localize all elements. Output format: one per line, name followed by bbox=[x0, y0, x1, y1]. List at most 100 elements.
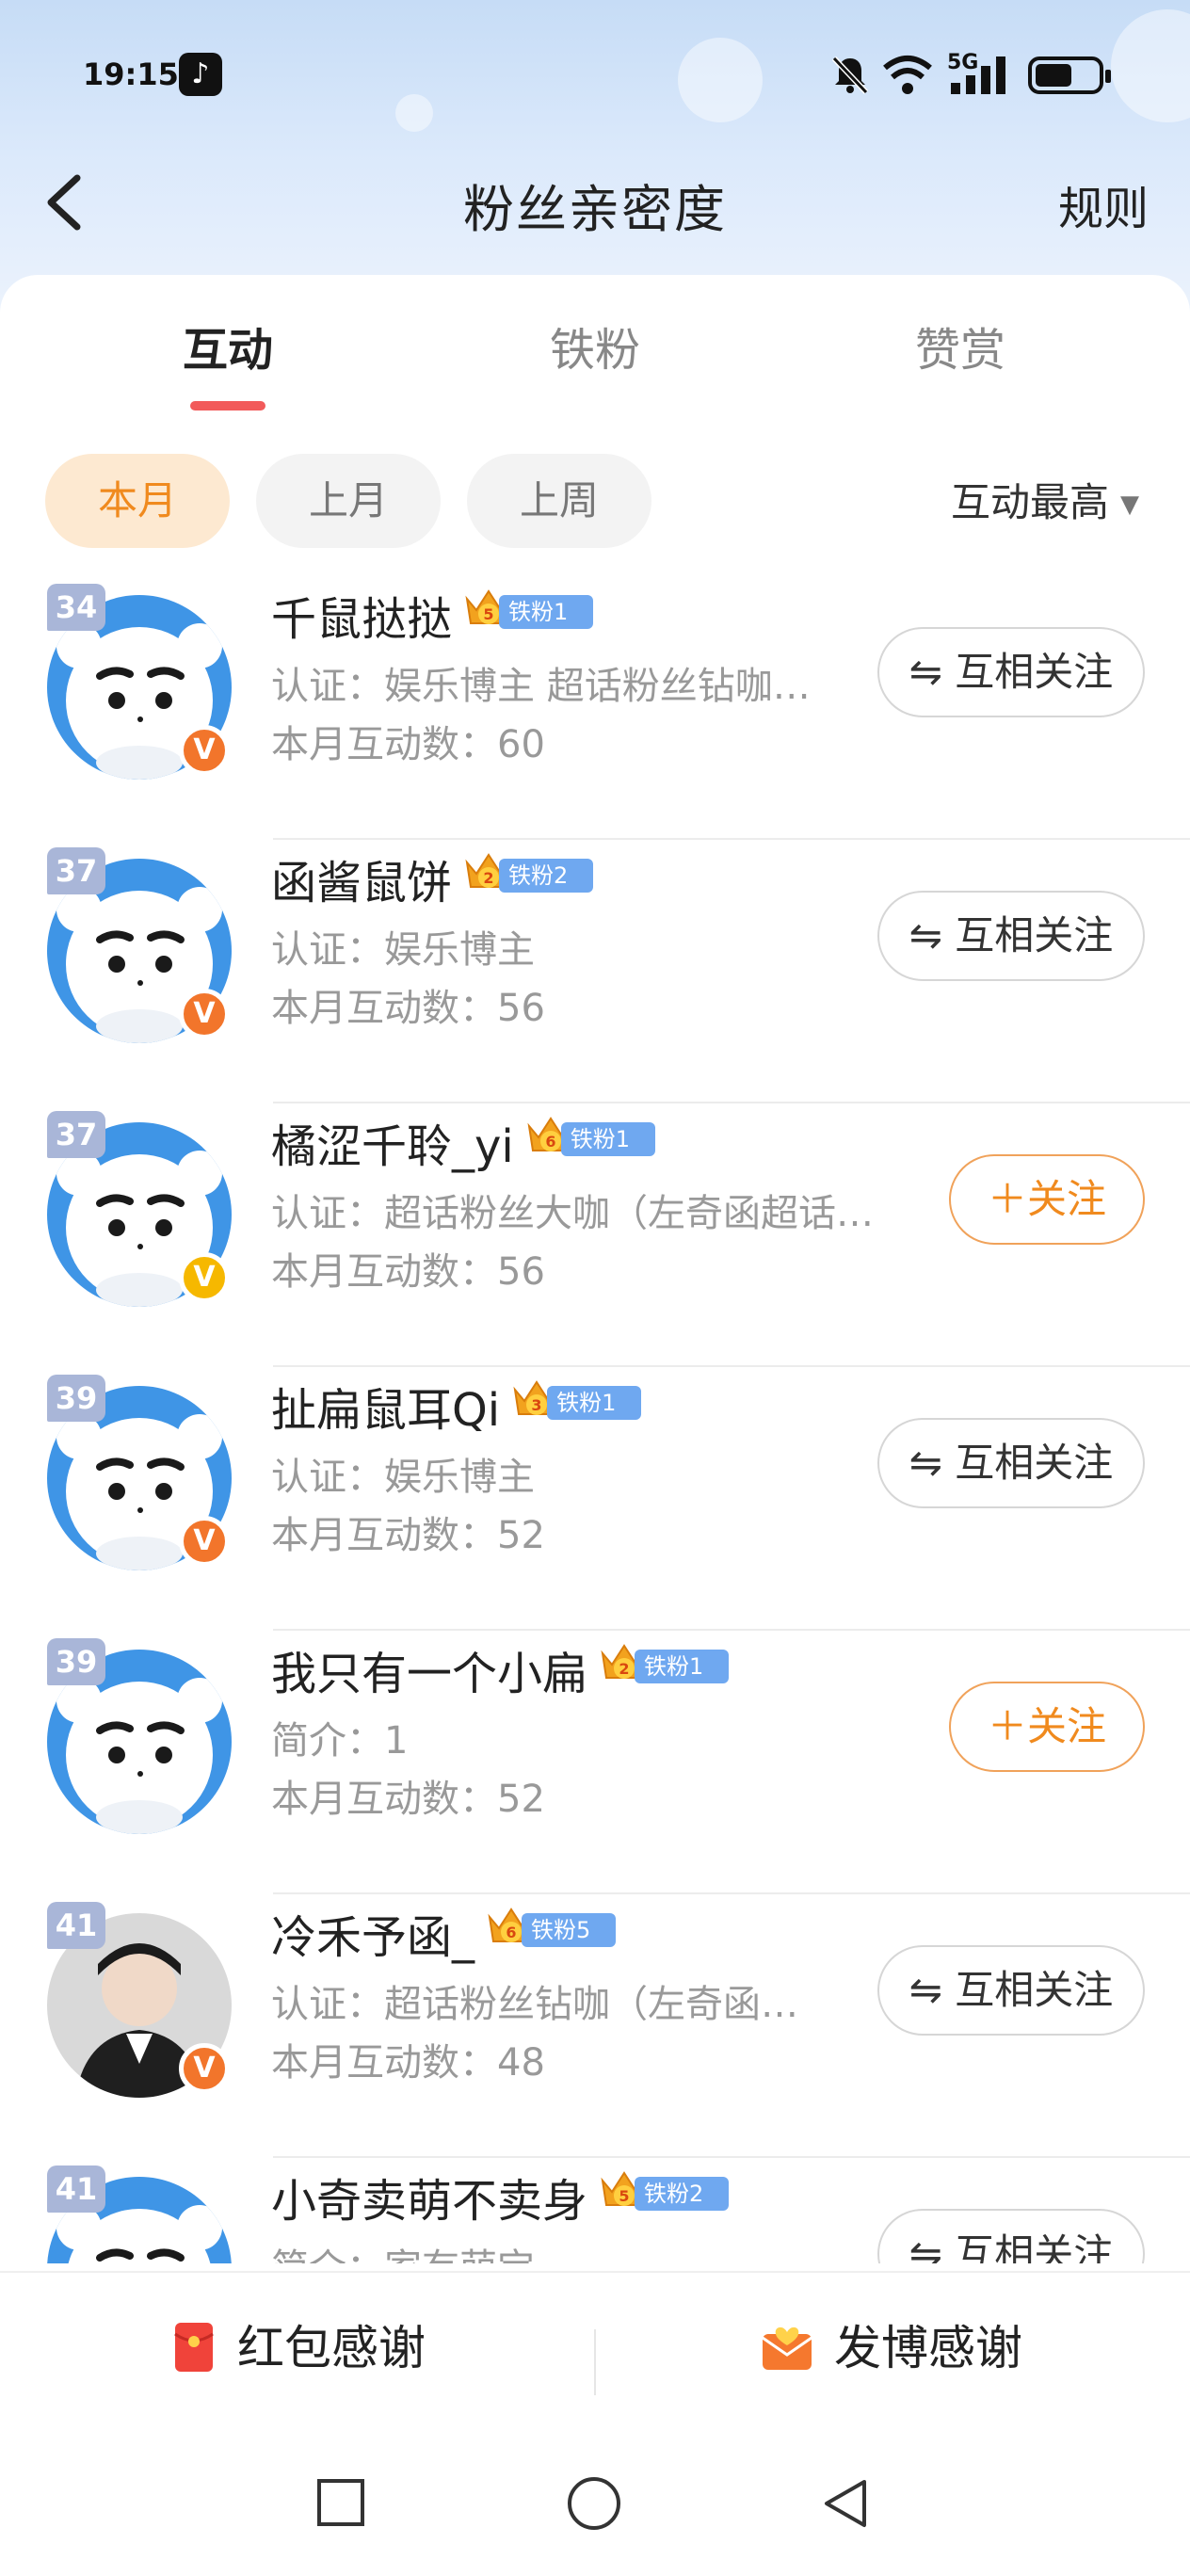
verified-badge-icon: V bbox=[179, 1252, 230, 1303]
caret-down-icon: ▼ bbox=[1120, 491, 1139, 519]
iron-fan-badge: 2 铁粉1 bbox=[599, 1644, 732, 1683]
iron-fan-badge: 6 铁粉1 bbox=[525, 1117, 659, 1156]
fan-name-line: 我只有一个小扁 2 铁粉1 bbox=[271, 1636, 732, 1702]
red-packet-thanks-button[interactable]: 红包感谢 bbox=[173, 2310, 426, 2378]
svg-text:5: 5 bbox=[483, 605, 493, 623]
bottom-action-bar: 红包感谢 发博感谢 bbox=[0, 2271, 1190, 2440]
bottom-divider bbox=[594, 2329, 596, 2395]
iron-fan-level: 铁粉1 bbox=[635, 1650, 730, 1683]
page-title: 粉丝亲密度 bbox=[463, 180, 727, 239]
recent-apps-icon[interactable] bbox=[316, 2478, 365, 2527]
fan-name-line: 冷禾予函_ 6 铁粉5 bbox=[271, 1900, 619, 1966]
iron-fan-badge: 5 铁粉1 bbox=[463, 589, 597, 629]
fan-name-line: 函酱鼠饼 2 铁粉2 bbox=[271, 845, 597, 911]
verified-badge-icon: V bbox=[179, 989, 230, 1039]
fan-description: 认证：娱乐博主 超话粉丝钻咖… bbox=[271, 665, 811, 708]
fan-name-line: 千鼠挞挞 5 铁粉1 bbox=[271, 582, 597, 648]
fan-row[interactable]: 34 V 千鼠挞挞 5 铁粉1 认证：娱乐博主 超话粉丝钻咖… 本月互动数：60 ⇋ 互相关注 bbox=[0, 576, 1190, 840]
fan-name-line: 扯扁鼠耳Qi 3 铁粉1 bbox=[271, 1373, 645, 1439]
fan-name[interactable]: 千鼠挞挞 bbox=[271, 593, 452, 646]
iron-fan-level: 铁粉2 bbox=[635, 2177, 730, 2211]
follow-button[interactable]: ＋关注 bbox=[949, 1154, 1145, 1245]
tab-bar: 互动 铁粉 赞赏 bbox=[0, 275, 1190, 426]
rules-link[interactable]: 规则 bbox=[1058, 171, 1149, 237]
fan-list: 34 V 千鼠挞挞 5 铁粉1 认证：娱乐博主 超话粉丝钻咖… 本月互动数：60 ⇋ 互相关注… bbox=[0, 576, 1190, 2263]
fan-row[interactable]: 41 小奇卖萌不卖身 5 铁粉2 简介：家有萌宝 ⇋ 互相关注 bbox=[0, 2158, 1190, 2263]
fan-description: 认证：超话粉丝钻咖（左奇函… bbox=[271, 1983, 798, 2026]
interaction-count: 本月互动数：56 bbox=[271, 1250, 545, 1294]
svg-text:6: 6 bbox=[506, 1924, 516, 1941]
fan-name[interactable]: 橘涩千聆_yi bbox=[271, 1120, 514, 1173]
red-packet-icon bbox=[174, 2323, 214, 2372]
fan-row[interactable]: 41 V 冷禾予函_ 6 铁粉5 认证：超话粉丝钻咖（左奇函… 本月互动数：48 ⇋ 互相关注 bbox=[0, 1894, 1190, 2158]
fan-name-line: 小奇卖萌不卖身 5 铁粉2 bbox=[271, 2164, 732, 2230]
iron-fan-badge: 3 铁粉1 bbox=[511, 1380, 645, 1420]
post-thanks-label: 发博感谢 bbox=[834, 2321, 1022, 2375]
tab-interaction[interactable]: 互动 bbox=[87, 313, 369, 378]
mutual-follow-button[interactable]: ⇋ 互相关注 bbox=[877, 891, 1145, 981]
tab-rewards[interactable]: 赞赏 bbox=[819, 313, 1102, 378]
iron-fan-level: 铁粉5 bbox=[522, 1913, 617, 1947]
rank-badge: 37 bbox=[47, 847, 105, 894]
filter-last-month[interactable]: 上月 bbox=[256, 454, 441, 548]
iron-fan-level: 铁粉2 bbox=[499, 859, 594, 893]
home-icon[interactable] bbox=[567, 2476, 621, 2531]
interaction-count: 本月互动数：52 bbox=[271, 1514, 545, 1557]
fan-description: 认证：娱乐博主 bbox=[271, 928, 535, 972]
rank-badge: 41 bbox=[47, 2165, 105, 2213]
interaction-count: 本月互动数：48 bbox=[271, 2041, 545, 2085]
follow-button[interactable]: ＋关注 bbox=[949, 1682, 1145, 1772]
battery-icon bbox=[1028, 56, 1111, 94]
interaction-count: 本月互动数：52 bbox=[271, 1778, 545, 1821]
iron-fan-badge: 5 铁粉2 bbox=[599, 2171, 732, 2211]
fan-description: 认证：超话粉丝大咖（左奇函超话… bbox=[271, 1192, 874, 1235]
fan-description: 简介：家有萌宝 bbox=[271, 2237, 535, 2263]
rank-badge: 34 bbox=[47, 584, 105, 631]
system-navigation-bar bbox=[0, 2440, 1190, 2576]
mutual-follow-button[interactable]: ⇋ 互相关注 bbox=[877, 627, 1145, 717]
fan-description: 简介：1 bbox=[271, 1719, 409, 1763]
mutual-follow-button[interactable]: ⇋ 互相关注 bbox=[877, 1945, 1145, 2036]
iron-fan-badge: 2 铁粉2 bbox=[463, 853, 597, 893]
sort-dropdown[interactable]: 互动最高 ▼ bbox=[951, 471, 1139, 528]
filter-this-month[interactable]: 本月 bbox=[45, 454, 230, 548]
iron-fan-badge: 6 铁粉5 bbox=[486, 1908, 619, 1947]
fan-row[interactable]: 37 V 橘涩千聆_yi 6 铁粉1 认证：超话粉丝大咖（左奇函超话… 本月互动数：56 ＋关… bbox=[0, 1103, 1190, 1367]
fan-row[interactable]: 39 我只有一个小扁 2 铁粉1 简介：1 本月互动数：52 ＋关注 bbox=[0, 1631, 1190, 1894]
fan-name[interactable]: 小奇卖萌不卖身 bbox=[271, 2175, 587, 2228]
wifi-icon bbox=[883, 56, 932, 94]
interaction-count: 本月互动数：56 bbox=[271, 987, 545, 1030]
rank-badge: 39 bbox=[47, 1375, 105, 1422]
fan-name[interactable]: 我只有一个小扁 bbox=[271, 1648, 587, 1700]
mutual-follow-button[interactable]: ⇋ 互相关注 bbox=[877, 2209, 1145, 2263]
svg-text:3: 3 bbox=[532, 1396, 542, 1414]
post-thanks-button[interactable]: 发博感谢 bbox=[759, 2310, 1022, 2378]
tiktok-notification-icon: ♪ bbox=[179, 53, 222, 96]
back-nav-icon[interactable] bbox=[821, 2478, 870, 2529]
fan-row[interactable]: 37 V 函酱鼠饼 2 铁粉2 认证：娱乐博主 本月互动数：56 ⇋ 互相关注 bbox=[0, 840, 1190, 1103]
signal-icon bbox=[951, 56, 1005, 94]
verified-badge-icon: V bbox=[179, 725, 230, 776]
fan-name[interactable]: 函酱鼠饼 bbox=[271, 857, 452, 910]
iron-fan-level: 铁粉1 bbox=[547, 1386, 642, 1420]
fan-name[interactable]: 扯扁鼠耳Qi bbox=[271, 1384, 500, 1437]
filter-last-week[interactable]: 上周 bbox=[467, 454, 651, 548]
verified-badge-icon: V bbox=[179, 2043, 230, 2094]
rank-badge: 41 bbox=[47, 1902, 105, 1949]
verified-badge-icon: V bbox=[179, 1516, 230, 1567]
mutual-follow-button[interactable]: ⇋ 互相关注 bbox=[877, 1418, 1145, 1508]
svg-text:2: 2 bbox=[619, 1660, 629, 1678]
fan-row[interactable]: 39 V 扯扁鼠耳Qi 3 铁粉1 认证：娱乐博主 本月互动数：52 ⇋ 互相关注 bbox=[0, 1367, 1190, 1631]
interaction-count: 本月互动数：60 bbox=[271, 723, 545, 766]
fan-name-line: 橘涩千聆_yi 6 铁粉1 bbox=[271, 1109, 659, 1175]
envelope-heart-icon bbox=[762, 2326, 812, 2370]
rank-badge: 39 bbox=[47, 1638, 105, 1685]
fan-description: 认证：娱乐博主 bbox=[271, 1456, 535, 1499]
svg-text:6: 6 bbox=[545, 1133, 555, 1151]
tab-iron-fans[interactable]: 铁粉 bbox=[454, 313, 736, 378]
iron-fan-level: 铁粉1 bbox=[560, 1122, 655, 1156]
fan-name[interactable]: 冷禾予函_ bbox=[271, 1911, 474, 1964]
status-time: 19:15 bbox=[83, 56, 179, 92]
status-bar: 19:15 ♪ 5G bbox=[0, 0, 1190, 151]
iron-fan-level: 铁粉1 bbox=[499, 595, 594, 629]
